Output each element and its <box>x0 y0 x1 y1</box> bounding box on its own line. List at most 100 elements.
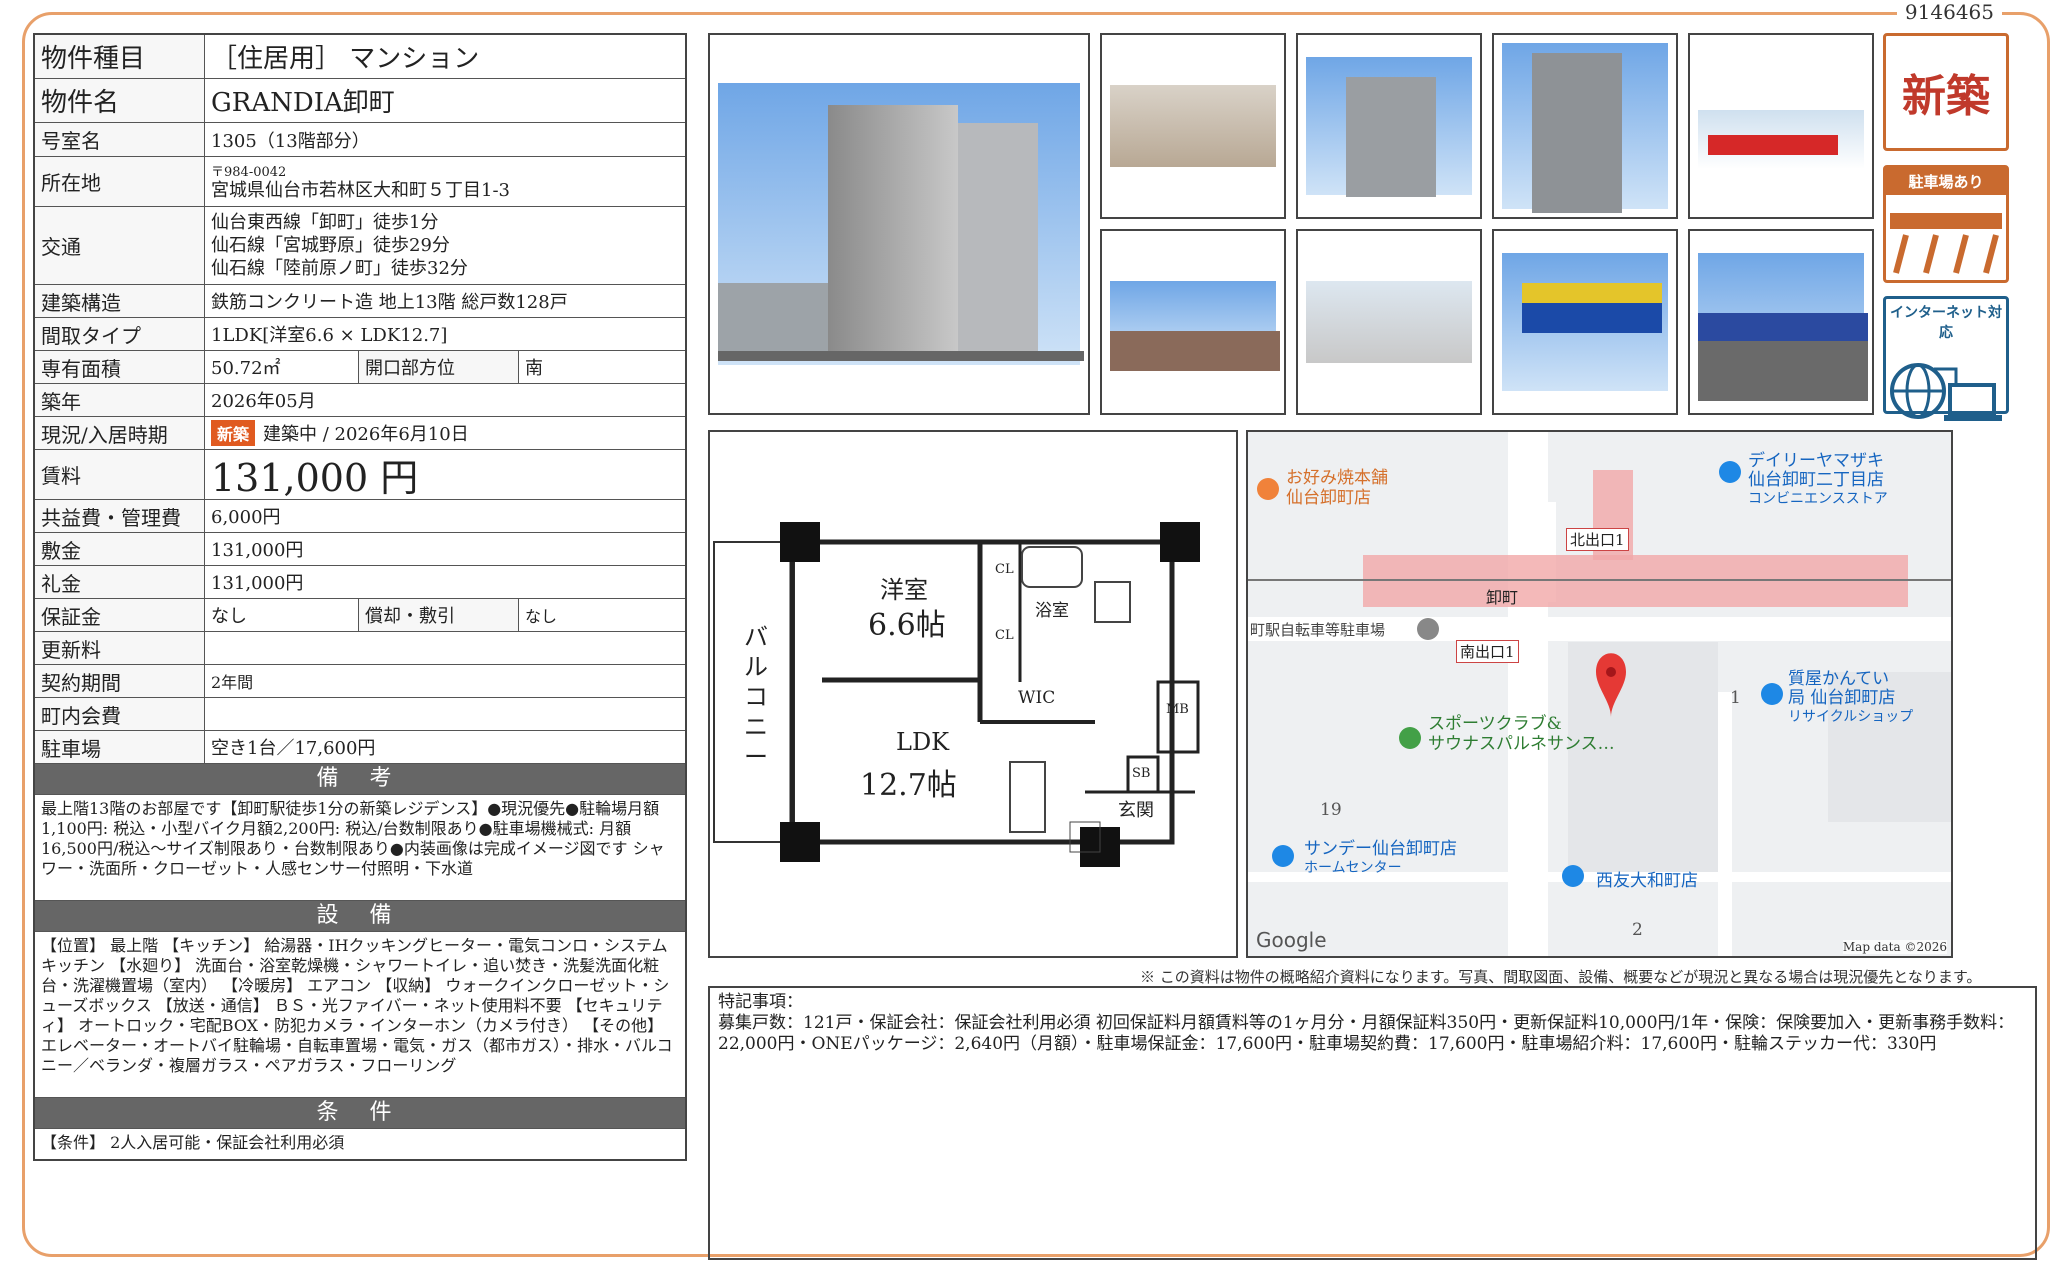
special-notes-title: 特記事項： <box>718 992 803 1012</box>
amortization-label: 償却・敷引 <box>359 599 519 631</box>
rent-value: 131,000 円 <box>211 456 419 500</box>
type-value: ［住居用］ マンション <box>211 44 480 74</box>
building-photo-2 <box>1296 33 1482 219</box>
sunday-store-label: サンデー仙台卸町店 ホームセンター <box>1304 839 1457 877</box>
community-value <box>205 698 685 730</box>
internet-ready-icon: インターネット対応 <box>1883 296 2009 421</box>
contract-value: 2年間 <box>211 673 254 692</box>
built-label: 築年 <box>35 384 205 416</box>
status-label: 現況/入居時期 <box>35 417 205 449</box>
neighborhood-photo-1 <box>1100 229 1286 415</box>
okonomiyaki-label: お好み焼本舗 仙台卸町店 <box>1286 468 1388 508</box>
area-map: お好み焼本舗 仙台卸町店 デイリーヤマザキ 仙台卸町二丁目店 コンビニエンスストア 北… <box>1246 430 1953 958</box>
keymoney-value: 131,000円 <box>211 573 304 594</box>
area-label: 専有面積 <box>35 351 205 383</box>
globe-laptop-icon <box>1890 363 2002 421</box>
interior-photo <box>1100 33 1286 219</box>
block-number: 19 <box>1320 800 1342 820</box>
deposit-label: 敷金 <box>35 533 205 565</box>
equipment-text: 【位置】 最上階 【キッチン】 給湯器・IHクッキングヒーター・電気コンロ・シス… <box>35 932 685 1098</box>
special-notes-text: 募集戸数：121戸・保証会社：保証会社利用必須 初回保証料月額賃料等の1ヶ月分・… <box>718 1013 2015 1054</box>
direction-value: 南 <box>525 358 543 379</box>
transit-line: 仙石線「宮城野原」徒歩29分 <box>211 235 450 256</box>
new-construction-icon: 新築 <box>1883 33 2009 151</box>
bath-label: 浴室 <box>1035 601 1069 621</box>
special-notes: 特記事項： 募集戸数：121戸・保証会社：保証会社利用必須 初回保証料月額賃料等… <box>708 986 2037 1260</box>
sb-label: SB <box>1132 766 1151 781</box>
bike-parking-label: 町駅自転車等駐車場 <box>1250 621 1386 639</box>
closet-label: CL <box>995 562 1014 577</box>
amortization-value: なし <box>525 607 558 626</box>
building-photo-3 <box>1492 33 1678 219</box>
north-exit-label: 北出口1 <box>1566 528 1629 551</box>
main-building-photo <box>708 33 1090 415</box>
area-value: 50.72㎡ <box>205 351 359 383</box>
structure-value: 鉄筋コンクリート造 地上13階 総戸数128戸 <box>211 292 568 313</box>
mb-label: MB <box>1166 702 1189 717</box>
closet-label: CL <box>995 628 1014 643</box>
street-photo <box>1688 229 1874 415</box>
parking-available-icon: 駐車場あり <box>1883 165 2009 283</box>
balcony-label: バルコニー <box>744 623 768 771</box>
transit-label: 交通 <box>35 207 205 284</box>
room-label: 号室名 <box>35 123 205 156</box>
ldk-label: LDK <box>896 728 950 756</box>
address-value: 宮城県仙台市若林区大和町５丁目1-3 <box>211 179 510 201</box>
entrance-label: 玄関 <box>1118 800 1154 821</box>
parking-lot-icon <box>1890 213 2002 274</box>
south-exit-label: 南出口1 <box>1456 640 1519 663</box>
conditions-text: 【条件】 2人入居可能・保証会社利用必須 <box>41 1133 345 1152</box>
bedroom-size: 6.6帖 <box>868 608 946 643</box>
transit-line: 仙台東西線「卸町」徒歩1分 <box>211 212 439 233</box>
keymoney-label: 礼金 <box>35 566 205 598</box>
name-label: 物件名 <box>35 79 205 122</box>
block-number: 2 <box>1632 920 1643 940</box>
direction-label: 開口部方位 <box>359 351 519 383</box>
name-value: GRANDIA卸町 <box>211 88 395 118</box>
fee-value: 6,000円 <box>211 507 281 528</box>
renewal-value <box>205 632 685 664</box>
contract-label: 契約期間 <box>35 665 205 697</box>
block-number: 1 <box>1730 688 1741 708</box>
store-photo <box>1492 229 1678 415</box>
remarks-heading: 備 考 <box>35 764 685 795</box>
layout-value: 1LDK[洋室6.6 × LDK12.7] <box>211 325 448 346</box>
seiyu-label: 西友大和町店 <box>1596 871 1698 891</box>
station-label: 卸町 <box>1486 588 1519 607</box>
guarantee-label: 保証金 <box>35 599 205 631</box>
neighborhood-photo-2 <box>1296 229 1482 415</box>
seiyu-photo <box>1688 33 1874 219</box>
sports-club-label: スポーツクラブ& サウナスパルネサンス… <box>1428 714 1615 754</box>
renewal-label: 更新料 <box>35 632 205 664</box>
property-table: 物件種目 ［住居用］ マンション 物件名 GRANDIA卸町 号室名 1305（13階… <box>33 33 687 1161</box>
deposit-value: 131,000円 <box>211 540 304 561</box>
structure-label: 建築構造 <box>35 285 205 317</box>
remarks-text: 最上階13階のお部屋です【卸町駅徒歩1分の新築レジデンス】●現況優先●駐輪場月額… <box>35 795 685 901</box>
floor-plan-drawing <box>713 522 1200 867</box>
fee-label: 共益費・管理費 <box>35 500 205 532</box>
parking-value: 空き1台／17,600円 <box>211 738 376 759</box>
rent-label: 賃料 <box>35 450 205 499</box>
type-label: 物件種目 <box>35 35 205 78</box>
pawn-shop-label: 質屋かんてい局 仙台卸町店 リサイクルショップ <box>1788 669 1914 726</box>
parking-label: 駐車場 <box>35 731 205 763</box>
transit-line: 仙石線「陸前原ノ町」徒歩32分 <box>211 258 468 279</box>
daily-yamazaki-label: デイリーヤマザキ 仙台卸町二丁目店 コンビニエンスストア <box>1748 451 1888 508</box>
map-attribution: Map data ©2026 <box>1842 940 1947 954</box>
disclaimer: ※ この資料は物件の概略紹介資料になります。写真、間取図面、設備、概要などが現況… <box>1140 968 1982 986</box>
conditions-heading: 条 件 <box>35 1098 685 1129</box>
equipment-heading: 設 備 <box>35 901 685 932</box>
ldk-size: 12.7帖 <box>860 768 957 803</box>
community-label: 町内会費 <box>35 698 205 730</box>
document-id: 9146465 <box>1896 0 2002 24</box>
google-logo: Google <box>1256 928 1327 952</box>
layout-label: 間取タイプ <box>35 318 205 350</box>
built-value: 2026年05月 <box>211 391 316 412</box>
guarantee-value: なし <box>205 599 359 631</box>
floor-plan: バルコニー 洋室 6.6帖 LDK 12.7帖 浴室 CL CL WIC MB … <box>708 430 1238 958</box>
status-value: 建築中 / 2026年6月10日 <box>263 424 469 445</box>
new-badge: 新築 <box>211 420 256 446</box>
postal-code: 〒984-0042 <box>211 164 287 180</box>
wic-label: WIC <box>1018 688 1056 708</box>
room-value: 1305（13階部分） <box>211 130 370 152</box>
